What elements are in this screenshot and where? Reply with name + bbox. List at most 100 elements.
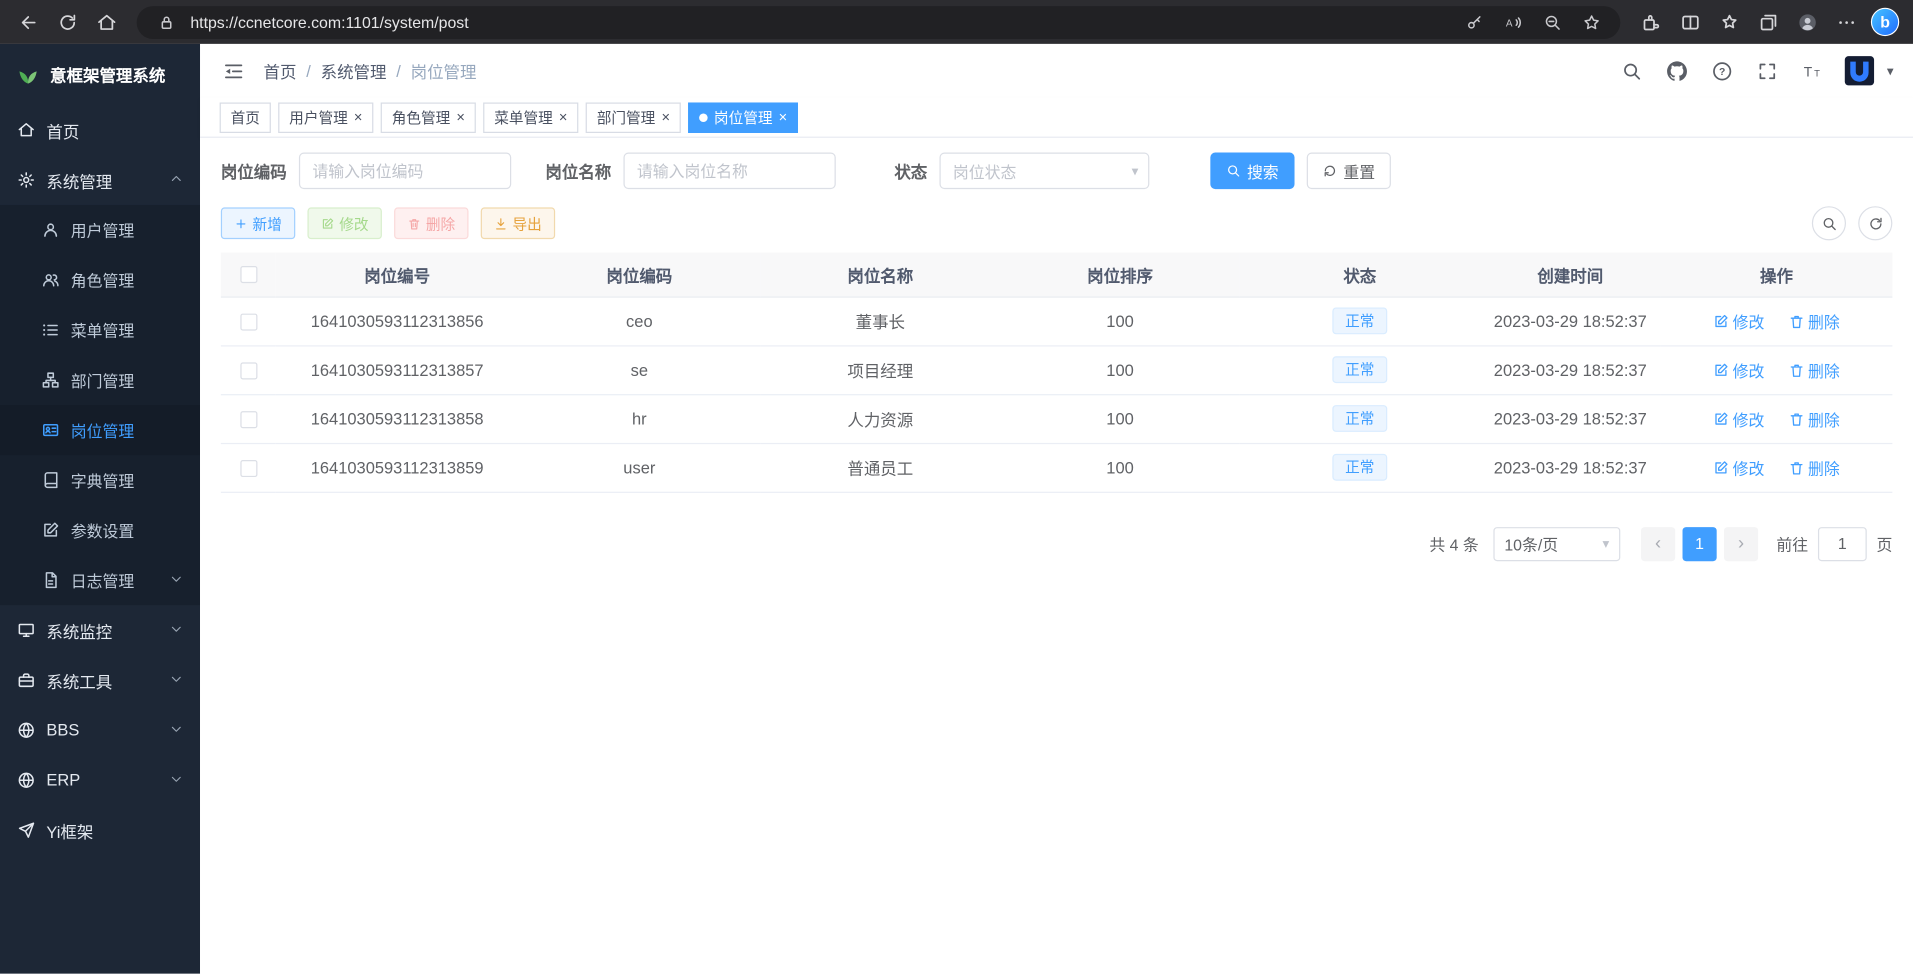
cell-post-code: se: [519, 345, 761, 394]
row-delete-button[interactable]: 删除: [1789, 456, 1840, 479]
breadcrumb-home[interactable]: 首页: [264, 59, 297, 83]
status-select[interactable]: 岗位状态 ▾: [939, 153, 1149, 190]
split-screen-icon[interactable]: [1672, 5, 1709, 39]
reset-button[interactable]: 重置: [1307, 153, 1391, 190]
cell-post-sort: 100: [1000, 443, 1239, 492]
row-delete-button[interactable]: 删除: [1789, 358, 1840, 381]
sidebar-collapse-button[interactable]: [220, 57, 247, 84]
breadcrumb: 首页 / 系统管理 / 岗位管理: [264, 59, 477, 83]
cell-post-code: user: [519, 443, 761, 492]
post-code-input[interactable]: [299, 153, 511, 190]
modify-button[interactable]: 修改: [307, 207, 381, 239]
sidebar-item-bbs[interactable]: BBS: [0, 705, 200, 755]
row-checkbox[interactable]: [240, 411, 257, 428]
sidebar-submenu-system: 用户管理 角色管理 菜单管理 部门管理: [0, 205, 200, 605]
add-button-label: 新增: [253, 213, 282, 234]
post-code-field-group: 岗位编码: [221, 153, 511, 190]
export-button[interactable]: 导出: [481, 207, 555, 239]
tab-post-management[interactable]: 岗位管理 ×: [688, 102, 798, 133]
sidebar-item-label: 参数设置: [71, 519, 134, 542]
row-checkbox[interactable]: [240, 362, 257, 379]
browser-home-button[interactable]: [88, 5, 125, 39]
sidebar-item-parameter-settings[interactable]: 参数设置: [0, 505, 200, 555]
refresh-table-button[interactable]: [1858, 206, 1892, 240]
search-button[interactable]: 搜索: [1210, 153, 1294, 190]
post-name-input[interactable]: [623, 153, 835, 190]
browser-back-button[interactable]: [10, 5, 47, 39]
next-page-button[interactable]: ›: [1724, 526, 1758, 560]
delete-button[interactable]: 删除: [394, 207, 468, 239]
row-edit-button[interactable]: 修改: [1713, 407, 1764, 430]
browser-refresh-button[interactable]: [49, 5, 86, 39]
sidebar-item-erp[interactable]: ERP: [0, 755, 200, 805]
sidebar-item-department-management[interactable]: 部门管理: [0, 355, 200, 405]
read-aloud-icon[interactable]: A: [1498, 7, 1527, 36]
sidebar-item-system-management[interactable]: 系统管理: [0, 155, 200, 205]
github-icon[interactable]: [1664, 57, 1691, 84]
toggle-search-button[interactable]: [1812, 206, 1846, 240]
sidebar-item-log-management[interactable]: 日志管理: [0, 555, 200, 605]
sidebar-item-post-management[interactable]: 岗位管理: [0, 405, 200, 455]
zoom-out-icon[interactable]: [1537, 7, 1566, 36]
tab-department-management[interactable]: 部门管理 ×: [586, 102, 681, 133]
page-number-button[interactable]: 1: [1682, 526, 1716, 560]
row-edit-button[interactable]: 修改: [1713, 358, 1764, 381]
row-delete-button[interactable]: 删除: [1789, 309, 1840, 332]
user-avatar[interactable]: [1844, 55, 1876, 87]
browser-profile-avatar[interactable]: [1789, 5, 1826, 39]
sidebar-item-system-monitor[interactable]: 系统监控: [0, 605, 200, 655]
prev-page-button[interactable]: ‹: [1641, 526, 1675, 560]
reset-icon: [1323, 163, 1338, 178]
fullscreen-icon[interactable]: [1754, 57, 1781, 84]
favorites-bar-icon[interactable]: [1711, 5, 1748, 39]
url-text[interactable]: https://ccnetcore.com:1101/system/post: [190, 13, 1449, 31]
select-all-checkbox[interactable]: [240, 267, 257, 284]
row-delete-button[interactable]: 删除: [1789, 407, 1840, 430]
navbar-actions: ? TT ▾: [1618, 55, 1893, 87]
collections-icon[interactable]: [1750, 5, 1787, 39]
tab-menu-management[interactable]: 菜单管理 ×: [483, 102, 578, 133]
row-checkbox[interactable]: [240, 460, 257, 477]
cell-post-name: 人力资源: [760, 394, 1000, 443]
row-edit-label: 修改: [1733, 407, 1765, 430]
sidebar-item-system-tools[interactable]: 系统工具: [0, 655, 200, 705]
row-edit-button[interactable]: 修改: [1713, 456, 1764, 479]
breadcrumb-system-management[interactable]: 系统管理: [321, 59, 387, 83]
goto-page-input[interactable]: [1818, 526, 1867, 560]
globe-icon: [17, 771, 35, 789]
lock-icon: [151, 7, 180, 36]
tab-label: 角色管理: [392, 107, 451, 128]
password-key-icon[interactable]: [1459, 7, 1488, 36]
tab-close-icon[interactable]: ×: [354, 110, 363, 125]
trash-icon: [1789, 411, 1805, 427]
user-menu-caret-icon[interactable]: ▾: [1887, 63, 1894, 79]
tab-role-management[interactable]: 角色管理 ×: [381, 102, 476, 133]
tab-close-icon[interactable]: ×: [456, 110, 465, 125]
add-button[interactable]: 新增: [221, 207, 295, 239]
tab-home[interactable]: 首页: [220, 102, 271, 133]
sidebar-item-dictionary-management[interactable]: 字典管理: [0, 455, 200, 505]
sidebar-item-user-management[interactable]: 用户管理: [0, 205, 200, 255]
header-search-icon[interactable]: [1618, 57, 1645, 84]
sidebar-item-menu-management[interactable]: 菜单管理: [0, 305, 200, 355]
row-edit-button[interactable]: 修改: [1713, 309, 1764, 332]
page-size-select[interactable]: 10条/页 ▾: [1493, 526, 1620, 560]
row-checkbox[interactable]: [240, 313, 257, 330]
tab-close-icon[interactable]: ×: [779, 110, 788, 125]
sidebar-item-yi-framework[interactable]: Yi框架: [0, 805, 200, 855]
tab-user-management[interactable]: 用户管理 ×: [278, 102, 373, 133]
table-toolbar: 新增 修改 删除 导出: [221, 206, 1893, 240]
browser-chrome: https://ccnetcore.com:1101/system/post A: [0, 0, 1913, 44]
tab-close-icon[interactable]: ×: [559, 110, 568, 125]
help-icon[interactable]: ?: [1709, 57, 1736, 84]
favorite-star-icon[interactable]: [1576, 7, 1605, 36]
sidebar-item-home[interactable]: 首页: [0, 105, 200, 155]
font-size-icon[interactable]: TT: [1799, 57, 1826, 84]
sidebar-item-role-management[interactable]: 角色管理: [0, 255, 200, 305]
tab-close-icon[interactable]: ×: [661, 110, 670, 125]
bing-copilot-icon[interactable]: b: [1867, 5, 1904, 39]
extensions-icon[interactable]: [1632, 5, 1669, 39]
browser-more-icon[interactable]: [1828, 5, 1865, 39]
toolbox-icon: [17, 671, 35, 689]
address-bar[interactable]: https://ccnetcore.com:1101/system/post A: [137, 5, 1621, 38]
